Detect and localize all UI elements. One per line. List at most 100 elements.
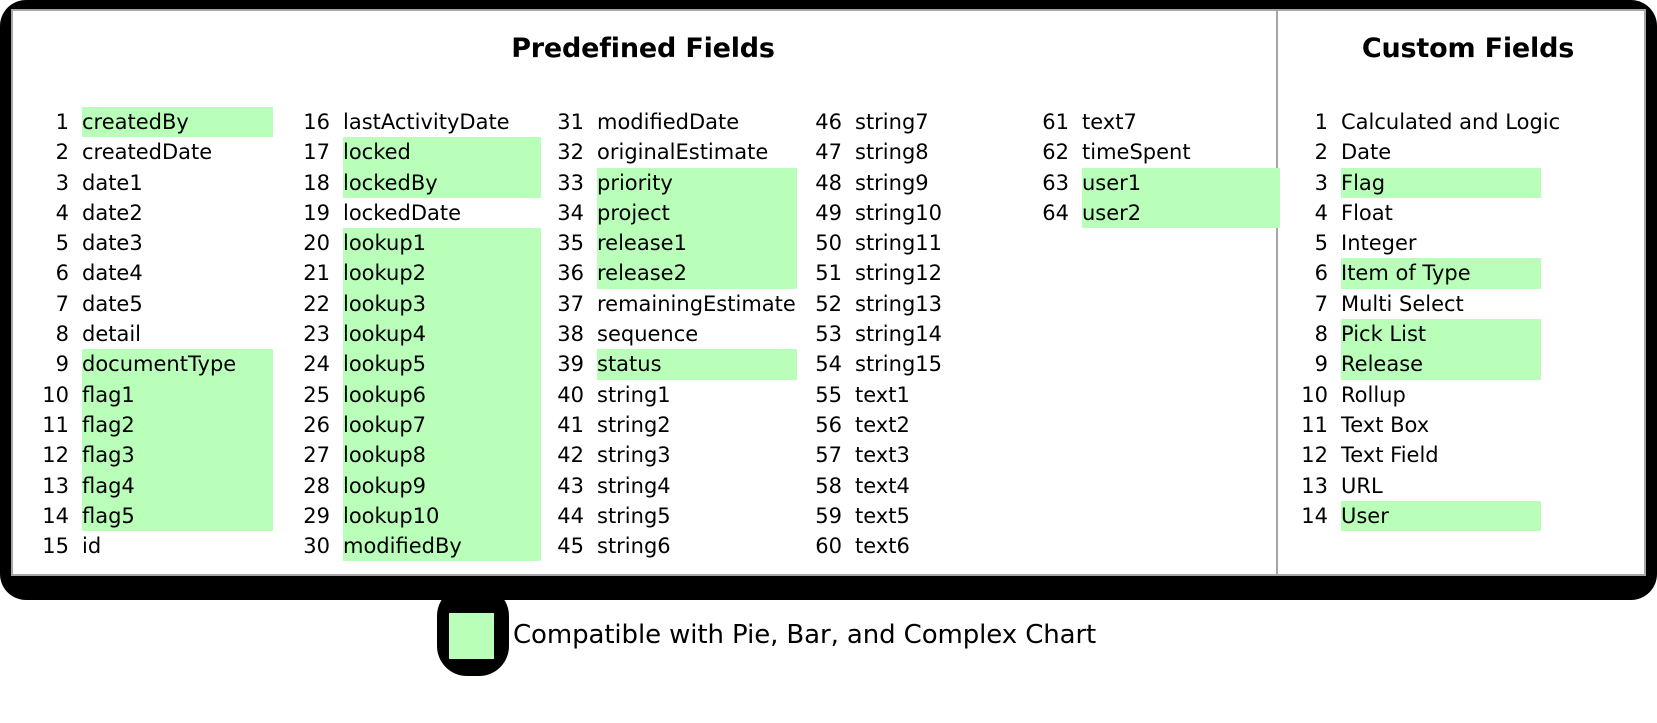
field-index: 48 (815, 170, 842, 195)
field-index: 61 (1042, 110, 1069, 134)
field-label: lookup7 (343, 412, 427, 437)
field-row: 23 lookup4 (296, 319, 541, 350)
field-index: 17 (303, 140, 330, 165)
field-index: 2 (55, 140, 69, 165)
field-label: lookup4 (343, 322, 427, 347)
field-row: 16 lastActivityDate (296, 107, 509, 137)
field-row: 38 sequence (550, 319, 796, 349)
field-row: 32 originalEstimate (550, 137, 796, 167)
field-label: timeSpent (1082, 140, 1191, 165)
field-row: 34 project (550, 197, 797, 229)
field-index: 13 (42, 473, 69, 498)
field-index: 12 (42, 443, 69, 468)
field-row: 13 URL (1298, 471, 1560, 501)
field-label: modifiedBy (343, 534, 462, 559)
field-row: 15 id (39, 531, 236, 561)
field-row: 8 Pick List (1298, 319, 1560, 350)
field-row: 18 lockedBy (296, 167, 541, 198)
field-index: 4 (55, 200, 69, 225)
field-row: 19 lockedDate (296, 198, 510, 228)
field-label: string7 (855, 110, 929, 134)
field-label: lookup10 (343, 503, 440, 528)
field-row: 17 locked (296, 137, 541, 168)
field-index: 62 (1042, 140, 1069, 165)
field-row: 44 string5 (550, 501, 796, 531)
field-row: 11 flag2 (39, 409, 273, 441)
field-row: 46 string7 (808, 107, 942, 137)
field-row: 3 Flag (1298, 167, 1560, 198)
legend-caption: Compatible with Pie, Bar, and Complex Ch… (513, 620, 1097, 650)
field-index: 13 (1301, 473, 1328, 498)
field-label: text1 (855, 382, 910, 407)
field-label: user2 (1082, 200, 1142, 225)
field-label: lookup1 (343, 231, 427, 256)
field-row: 1 createdBy (39, 107, 273, 138)
field-label: sequence (597, 322, 699, 347)
field-index: 38 (557, 322, 584, 347)
field-label: user1 (1082, 170, 1142, 195)
field-index: 50 (815, 231, 842, 256)
field-index: 63 (1042, 170, 1069, 195)
field-index: 24 (303, 352, 330, 377)
field-column-4: 46 string7 47 string8 48 string9 49 string10 50 s… (808, 107, 942, 561)
field-label: text4 (855, 473, 910, 498)
field-index: 33 (557, 170, 584, 195)
field-index: 7 (55, 291, 69, 316)
field-label: text2 (855, 412, 910, 437)
field-index: 1 (1314, 110, 1328, 134)
field-label: text3 (855, 443, 910, 468)
field-label: flag1 (82, 382, 135, 407)
field-label: date5 (82, 291, 143, 316)
field-index: 20 (303, 231, 330, 256)
field-label: Calculated and Logic (1341, 110, 1561, 134)
field-label: flag5 (82, 503, 135, 528)
field-row: 31 modifiedDate (550, 107, 796, 137)
fields-card: Predefined Fields Custom Fields 1 created… (11, 9, 1646, 576)
field-label: flag3 (82, 443, 135, 468)
field-index: 11 (1301, 412, 1328, 437)
field-row: 25 lookup6 (296, 379, 541, 410)
field-index: 10 (1301, 382, 1328, 407)
field-row: 57 text3 (808, 440, 942, 470)
field-index: 9 (55, 352, 69, 377)
field-label: string10 (855, 200, 943, 225)
field-index: 49 (815, 200, 842, 225)
field-index: 3 (55, 170, 69, 195)
field-label: lookup8 (343, 443, 427, 468)
field-column-5: 61 text7 62 timeSpent 63 user1 64 user2 (1035, 107, 1280, 229)
field-index: 32 (557, 140, 584, 165)
field-index: 14 (1301, 503, 1328, 528)
field-label: Integer (1341, 231, 1417, 256)
field-label: remainingEstimate (597, 291, 796, 316)
field-index: 42 (557, 443, 584, 468)
field-label: User (1341, 503, 1389, 528)
field-label: string14 (855, 322, 943, 347)
field-index: 8 (55, 322, 69, 347)
field-index: 59 (815, 503, 842, 528)
field-index: 6 (55, 261, 69, 286)
field-label: lookup3 (343, 291, 427, 316)
field-index: 25 (303, 382, 330, 407)
field-label: string9 (855, 170, 929, 195)
field-index: 46 (815, 110, 842, 134)
field-row: 7 date5 (39, 289, 236, 319)
field-index: 41 (557, 412, 584, 437)
field-row: 51 string12 (808, 258, 942, 288)
field-label: createdDate (82, 140, 213, 165)
field-row: 53 string14 (808, 319, 942, 349)
field-row: 24 lookup5 (296, 349, 541, 380)
field-label: date1 (82, 170, 143, 195)
field-index: 56 (815, 412, 842, 437)
field-index: 28 (303, 473, 330, 498)
field-label: text7 (1082, 110, 1137, 134)
field-row: 20 lookup1 (296, 228, 541, 259)
field-row: 3 date1 (39, 168, 236, 198)
field-label: string12 (855, 261, 943, 286)
field-row: 59 text5 (808, 501, 942, 531)
field-row: 22 lookup3 (296, 288, 541, 320)
field-index: 47 (815, 140, 842, 165)
field-label: lockedDate (343, 200, 462, 225)
field-label: text6 (855, 534, 910, 559)
field-row: 50 string11 (808, 228, 942, 258)
field-row: 28 lookup9 (296, 470, 541, 501)
